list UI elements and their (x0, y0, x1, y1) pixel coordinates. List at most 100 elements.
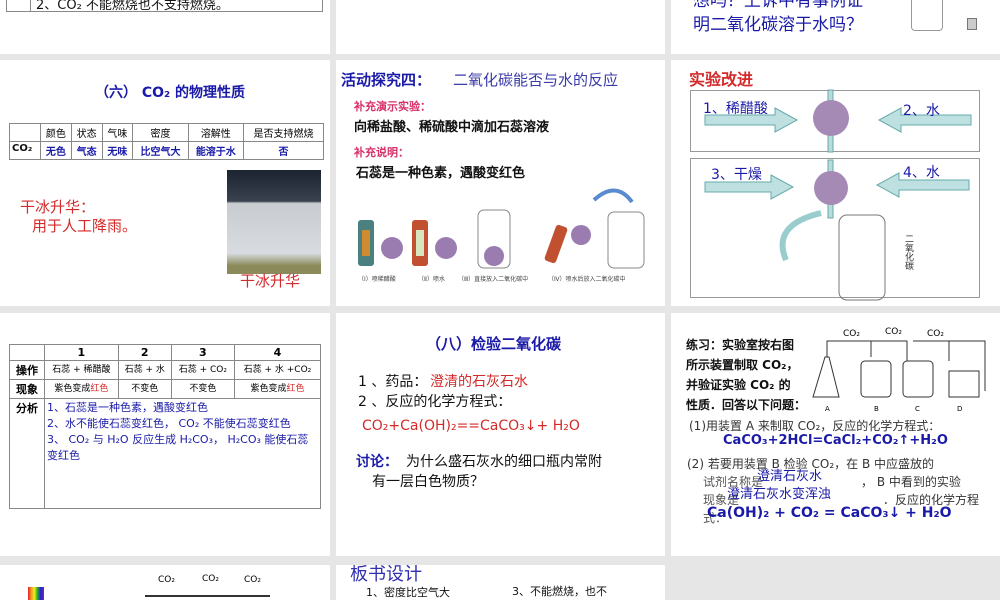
text: 红色 (286, 384, 305, 394)
header-cell: 溶解性 (187, 123, 245, 142)
question-1: (1)用装置 A 来制取 CO₂，反应的化学方程式： (689, 419, 941, 433)
col-header: 4 (233, 344, 322, 361)
intro-line: 并验证实验 CO₂ 的 (686, 378, 791, 392)
slide-thumbnail-10[interactable]: CO₂ CO₂ CO₂ (0, 565, 330, 600)
row-label: 操作 (9, 360, 45, 380)
cell: 无色 (40, 141, 72, 160)
discuss-line2: 有一层白色物质？ (372, 474, 484, 490)
answer-2: 澄清石灰水 (757, 469, 823, 484)
rainbow-logo (28, 587, 44, 600)
beaker-image (911, 0, 943, 31)
demo-text: 向稀盐酸、稀硫酸中滴加石蕊溶液 (354, 120, 550, 135)
cell: 无味 (101, 141, 134, 160)
slide-text-line2: 明二氧化碳溶于水吗？ (693, 15, 863, 35)
header-cell: 密度 (132, 123, 189, 142)
apparatus-diagram (812, 340, 986, 398)
arrow-label-1: 1、稀醋酸 (703, 101, 768, 117)
slide-thumbnail-8[interactable]: （八）检验二氧化碳 1 、药品： 澄清的石灰石水 2 、反应的化学方程式： CO… (336, 313, 665, 556)
header-cell: 状态 (70, 123, 103, 142)
apparatus-B: B (874, 405, 879, 413)
question-2c: ， B 中看到的实验 (861, 475, 961, 489)
slide-thumbnail-7[interactable]: 1234 操作 石蕊 + 稀醋酸 石蕊 + 水石蕊 + CO₂ 石蕊 + 水 +CO₂… (0, 313, 330, 556)
cell: 比空气大 (132, 141, 189, 160)
cell: 能溶于水 (187, 141, 245, 160)
slide-title: 板书设计 (350, 565, 422, 585)
properties-table: 颜色 状态 气味 密度 溶解性 是否支持燃烧 CO₂ 无色 气态 无味 比空气大 能溶于水否 (8, 123, 324, 160)
header-cell: 气味 (101, 123, 134, 142)
title-text: 二氧化碳能否与水的反应 (453, 71, 619, 89)
cup-image (967, 18, 977, 30)
caption-3: （Ⅲ）直接放入二氧化碳中 (458, 276, 529, 283)
arrow-label-2: 2、水 (903, 103, 940, 119)
photo-caption: 干冰升华 (240, 272, 301, 290)
gas-label-2: CO₂ (885, 327, 902, 337)
cell: 气态 (70, 141, 103, 160)
intro-text: 练习：实验室按右图 所示装置制取 CO₂， 并验证实验 CO₂ 的 性质．回答以… (686, 335, 806, 415)
cell: 石蕊 + 水 +CO₂ (233, 360, 322, 380)
col-header: 2 (117, 344, 172, 361)
caption-1: （Ⅰ）喷稀醋酸 (358, 276, 396, 283)
col-header: 3 (170, 344, 235, 361)
cell: 不变色 (117, 379, 172, 399)
slide-thumbnail-5[interactable]: 活动探究四： 二氧化碳能否与水的反应 补充演示实验： 向稀盐酸、稀硫酸中滴加石蕊… (336, 60, 665, 306)
text: 紫色变成 (250, 384, 287, 394)
answer-3: 澄清石灰水变浑浊 (727, 487, 832, 502)
slide-thumbnail-3[interactable]: 想吗？上诉中有事例证 明二氧化碳溶于水吗？ (671, 0, 1000, 54)
title-prefix: 活动探究四： (341, 71, 432, 89)
arrow-label-4: 4、水 (903, 165, 940, 181)
item2: 2 、反应的化学方程式： (358, 394, 512, 410)
slide-thumbnail-9[interactable]: 练习：实验室按右图 所示装置制取 CO₂， 并验证实验 CO₂ 的 性质．回答以… (671, 313, 1000, 556)
note-line1: 干冰升华： (20, 198, 96, 216)
slide-title: （六） CO₂ 的物理性质 (95, 85, 246, 101)
arrow-label-3: 3、干燥 (711, 167, 762, 183)
equation: CO₂+Ca(OH)₂==CaCO₃↓+ H₂O (362, 418, 580, 434)
intro-line: 性质．回答以下问题： (686, 398, 807, 412)
slide-thumbnail-6[interactable]: 实验改进 1、稀醋酸 2、水 3、干燥 4、水 二氧化碳 (671, 60, 1000, 306)
apparatus-D: D (957, 405, 963, 413)
jar-label: 二氧化碳 (903, 234, 913, 270)
cell: 否 (243, 141, 324, 160)
answer-1: CaCO₃+2HCl=CaCl₂+CO₂↑+H₂O (723, 433, 948, 448)
intro-line: 所示装置制取 CO₂， (686, 358, 799, 372)
cell: 紫色变成红色 (233, 379, 322, 399)
experiment-table: 1234 操作 石蕊 + 稀醋酸 石蕊 + 水石蕊 + CO₂ 石蕊 + 水 +CO₂… (9, 344, 322, 509)
discuss-line1: 为什么盛石灰水的细口瓶内常附 (406, 454, 602, 470)
slide-thumbnail-11[interactable]: 板书设计 1、密度比空气大 3、不能燃烧，也不 (336, 565, 665, 600)
analysis-line: 3、 CO₂ 与 H₂O 反应生成 H₂CO₃， H₂CO₃ 能使石蕊变红色 (47, 433, 309, 462)
slide-thumbnail-2[interactable] (336, 0, 665, 54)
label-note: 补充说明： (354, 146, 409, 159)
col-header: 1 (44, 344, 119, 361)
text: 紫色变成 (54, 384, 91, 394)
caption-2: （Ⅱ）喷水 (418, 276, 445, 283)
cell: 紫色变成红色 (44, 379, 119, 399)
text: 不变色 (189, 384, 217, 394)
gas-label-3: CO₂ (927, 329, 944, 339)
slide-thumbnail-1[interactable]: 2、CO₂ 不能燃烧也不支持燃烧。 (0, 0, 330, 54)
fragment-text: 2、CO₂ 不能燃烧也不支持燃烧。 (36, 0, 229, 13)
row-label: CO₂ (8, 141, 42, 160)
answer-4: Ca(OH)₂ + CO₂ = CaCO₃↓ + H₂O (707, 505, 952, 521)
apparatus-C: C (915, 405, 920, 413)
cell: 石蕊 + CO₂ (170, 360, 235, 380)
analysis-cell: 1、石蕊是一种色素，遇酸变红色 2、水不能使石蕊变红色， CO₂ 不能使石蕊变红… (44, 398, 321, 509)
cell: 石蕊 + 稀醋酸 (44, 360, 119, 380)
header-cell: 是否支持燃烧 (243, 123, 324, 142)
text: 不变色 (131, 384, 159, 394)
header-cell (8, 123, 42, 142)
cell: 不变色 (170, 379, 235, 399)
gas-label-2: CO₂ (202, 574, 219, 584)
gas-label-1: CO₂ (843, 329, 860, 339)
apparatus-tube (145, 595, 270, 597)
intro-line: 练习：实验室按右图 (686, 338, 795, 352)
note-text: 石蕊是一种色素，遇酸变红色 (356, 166, 526, 181)
dry-ice-photo (227, 170, 321, 274)
cell: 石蕊 + 水 (117, 360, 172, 380)
line-3: 3、不能燃烧，也不 (512, 585, 607, 598)
slide-thumbnail-4[interactable]: （六） CO₂ 的物理性质 颜色 状态 气味 密度 溶解性 是否支持燃烧 CO₂ 无色 气态无… (0, 60, 330, 306)
table-divider (30, 0, 31, 11)
caption-4: （Ⅳ）喷水后放入二氧化碳中 (548, 276, 626, 283)
experiment-illustration (358, 188, 645, 269)
item1-label: 1 、药品： (358, 374, 428, 390)
header-cell: 颜色 (40, 123, 72, 142)
note-line2: 用于人工降雨。 (32, 217, 138, 235)
